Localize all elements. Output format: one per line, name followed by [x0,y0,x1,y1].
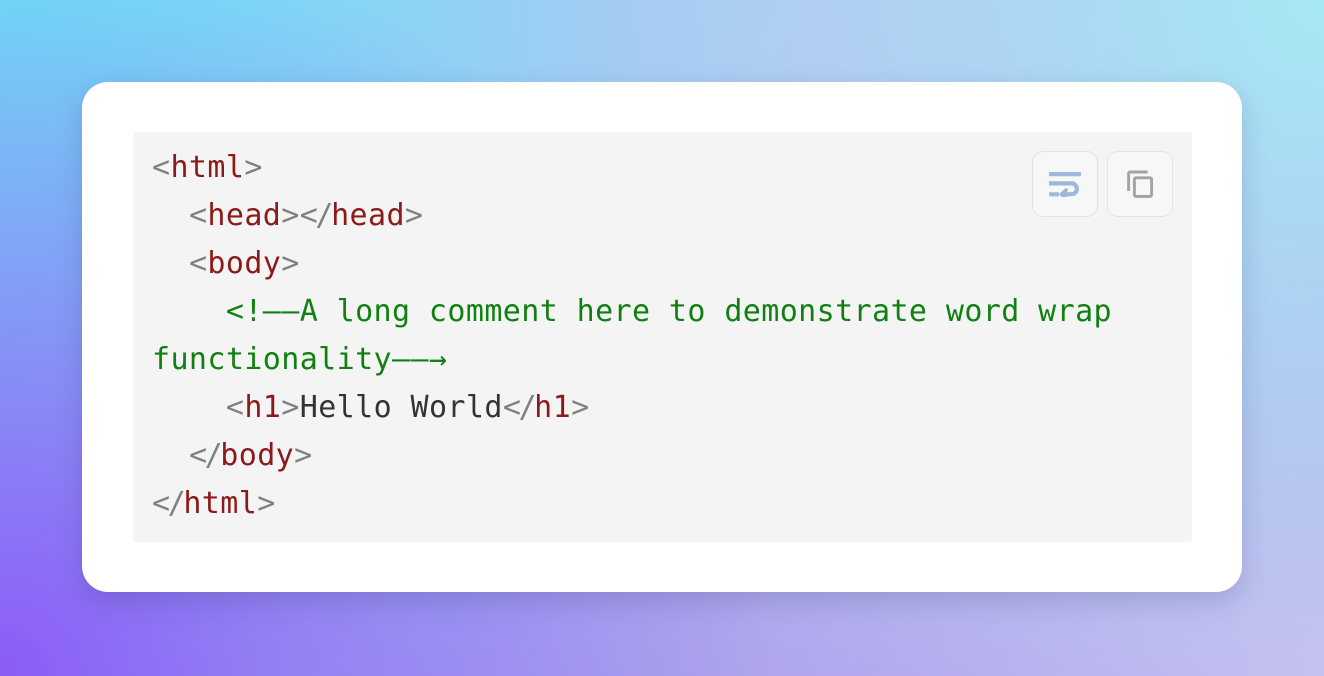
code-token-punct: > [257,486,276,521]
code-line: </body> [152,432,1174,480]
code-token-punct: </ [299,198,334,233]
copy-button[interactable] [1107,151,1173,217]
code-token-punct: > [281,390,300,425]
code-line: </html> [152,480,1174,528]
code-token-punct: > [244,150,263,185]
code-token-tag: body [207,246,282,281]
code-token-punct: < [188,246,208,281]
copy-icon [1124,168,1156,200]
code-toolbar [1032,151,1173,217]
code-token-tag: head [207,198,282,233]
code-line: <html> [152,144,1174,192]
code-token-punct: < [188,198,208,233]
code-token-tag: html [170,150,245,185]
code-token-punct: > [281,198,300,233]
word-wrap-button[interactable] [1032,151,1098,217]
code-block: <html> <head></head> <body> <!——A long c… [133,132,1192,542]
code-token-text: Hello World [299,390,503,425]
code-line: <!——A long comment here to demonstrate w… [152,288,1174,384]
code-line: <body> [152,240,1174,288]
code-token-punct: < [225,390,245,425]
code-token-tag: head [331,198,405,233]
code-token-punct: > [571,390,590,425]
code-token-punct: > [294,438,313,473]
code-card: <html> <head></head> <body> <!——A long c… [82,82,1242,592]
code-token-punct: < [152,150,171,185]
code-token-tag: h1 [244,390,282,425]
code-token-punct: </ [502,390,537,425]
code-token-comment: <!——A long comment here to demonstrate w… [152,294,1131,377]
code-line: <head></head> [152,192,1174,240]
code-token-tag: html [183,486,258,521]
code-token-punct: > [281,246,300,281]
code-token-punct: > [404,198,424,233]
word-wrap-icon [1048,171,1082,197]
code-token-tag: body [220,438,295,473]
gradient-background: <html> <head></head> <body> <!——A long c… [0,0,1324,676]
code-token-punct: </ [188,438,223,473]
code-token-tag: h1 [534,390,572,425]
code-content[interactable]: <html> <head></head> <body> <!——A long c… [152,144,1174,528]
code-line: <h1>Hello World</h1> [152,384,1174,432]
code-token-punct: </ [152,486,186,521]
